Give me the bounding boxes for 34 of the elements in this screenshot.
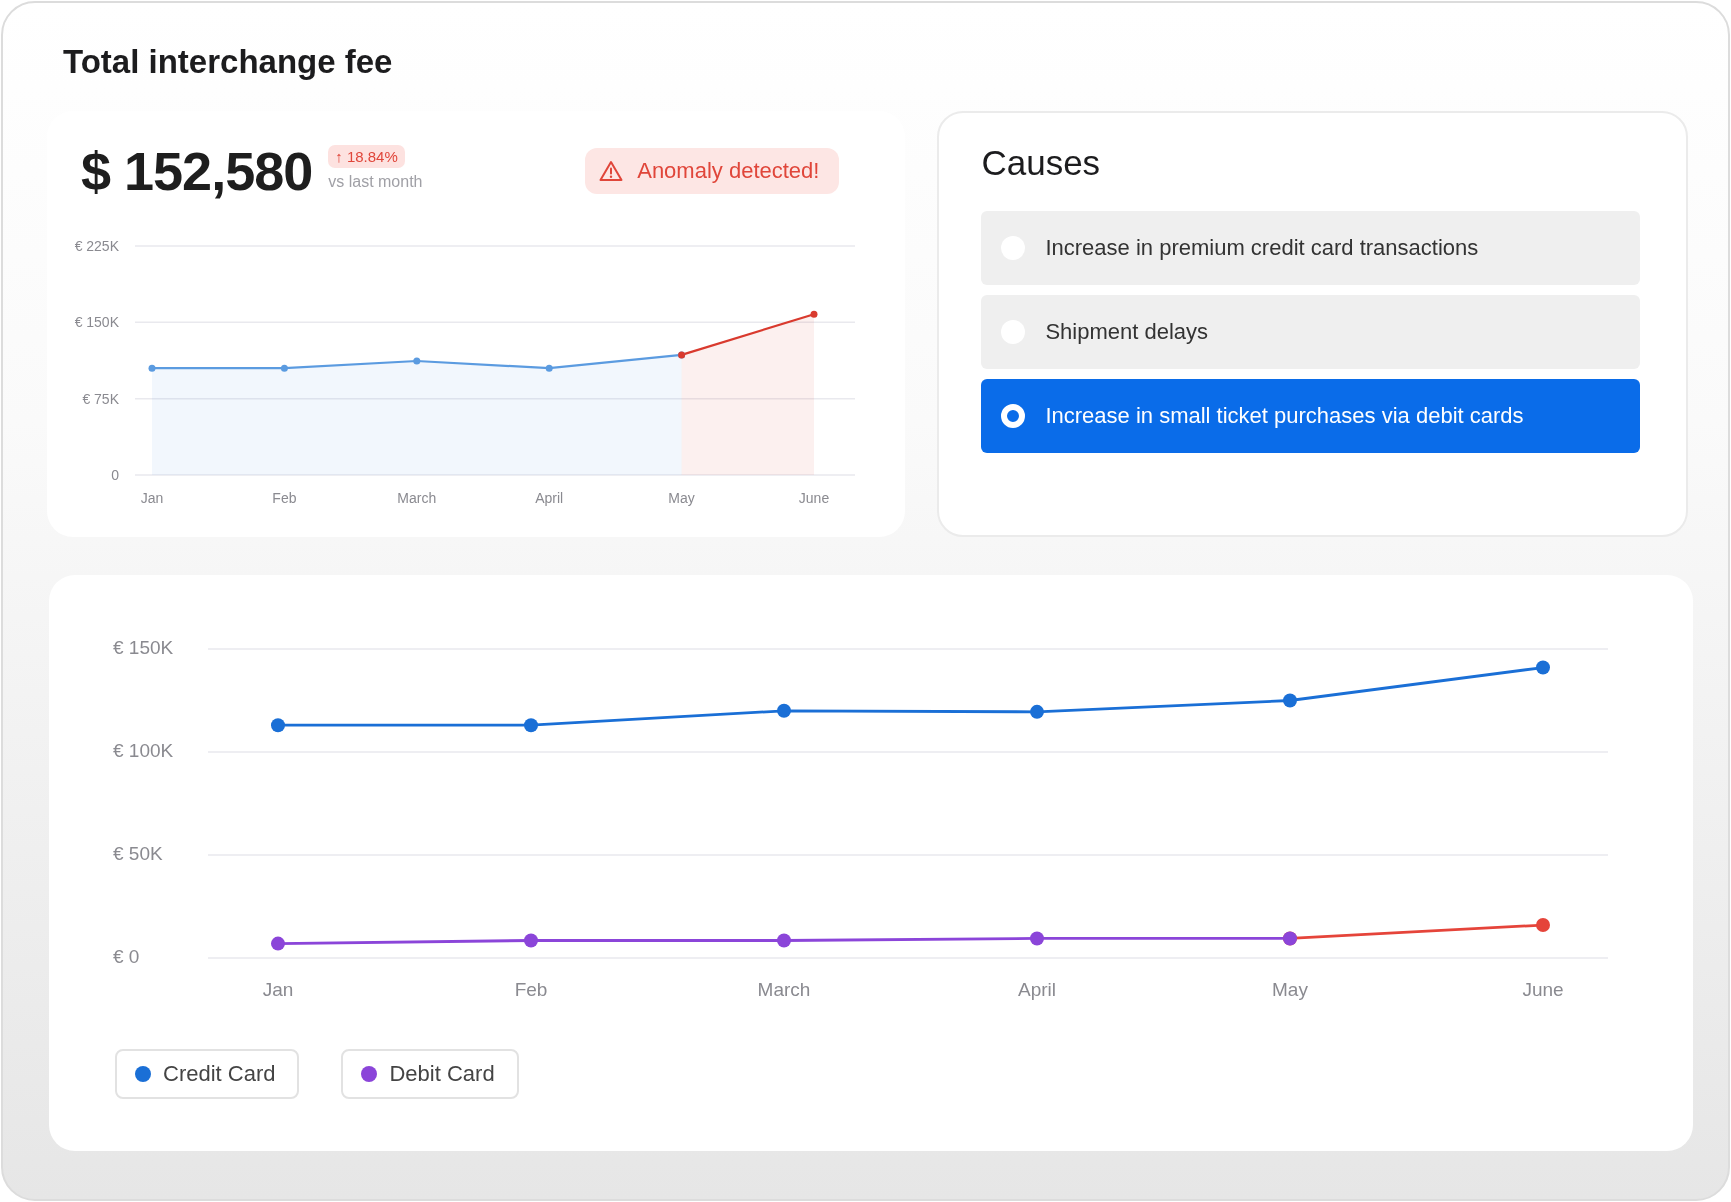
- cause-option[interactable]: Increase in small ticket purchases via debit cards: [981, 379, 1640, 453]
- axis-label: 0: [111, 467, 119, 483]
- axis-label: € 75K: [82, 390, 119, 407]
- cause-option[interactable]: Shipment delays: [981, 295, 1640, 369]
- axis-label: April: [535, 490, 564, 506]
- legend-item[interactable]: Credit Card: [115, 1049, 300, 1099]
- axis-label: Feb: [514, 979, 548, 1000]
- page-title: Total interchange fee: [63, 43, 394, 81]
- axis-label: Jan: [140, 490, 164, 506]
- axis-label: March: [757, 979, 811, 1000]
- anomaly-alert: Anomaly detected!: [585, 148, 840, 194]
- axis-label: € 0: [113, 946, 140, 967]
- axis-label: June: [798, 490, 830, 506]
- causes-title: Causes: [981, 143, 1102, 183]
- axis-label: Jan: [262, 979, 294, 1000]
- comparison-text: vs last month: [328, 173, 423, 191]
- axis-label: May: [1272, 979, 1308, 1000]
- change-badge: ↑ 18.84%: [328, 145, 405, 168]
- axis-label: June: [1522, 979, 1564, 1000]
- axis-label: May: [668, 490, 695, 506]
- axis-label: € 150K: [113, 637, 174, 658]
- legend-label: Debit Card: [389, 1061, 495, 1087]
- axis-label: April: [1018, 979, 1056, 1000]
- axis-label: March: [397, 490, 437, 506]
- axis-label: € 225K: [74, 238, 119, 254]
- axis-label: € 150K: [74, 314, 119, 331]
- axis-label: Feb: [272, 490, 297, 506]
- legend-item[interactable]: Debit Card: [341, 1049, 519, 1099]
- axis-label: € 50K: [113, 843, 163, 864]
- warning-icon: [599, 160, 624, 182]
- total-amount: $ 152,580: [81, 140, 313, 202]
- cause-option[interactable]: Increase in premium credit card transactions: [981, 211, 1640, 285]
- legend-label: Credit Card: [163, 1061, 276, 1087]
- axis-label: € 100K: [113, 740, 174, 761]
